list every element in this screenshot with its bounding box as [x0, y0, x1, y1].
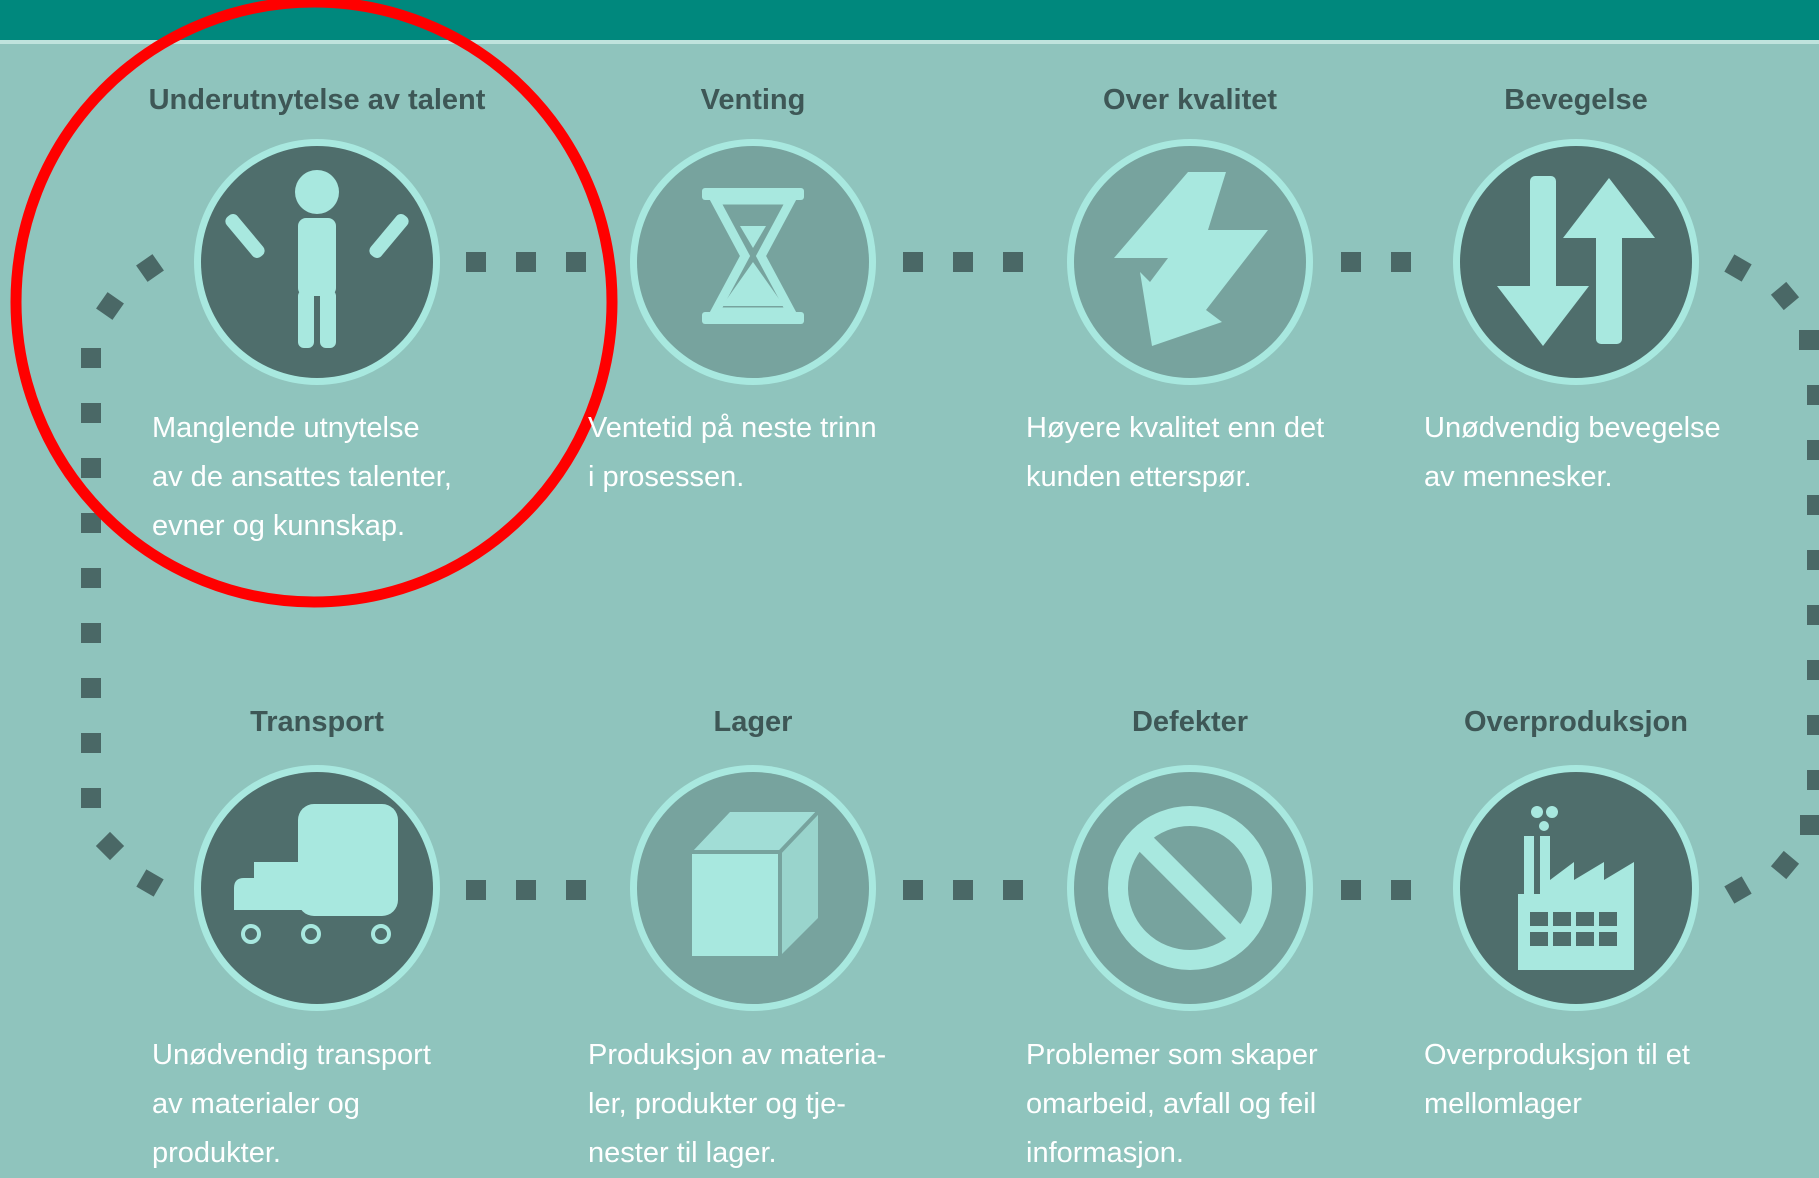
waste-description: Manglende utnytelse av de ansattes talen… — [152, 412, 452, 542]
waste-title: Defekter — [1131, 706, 1249, 738]
waste-node-over-quality — [1067, 139, 1313, 385]
waste-node-defects — [1067, 765, 1313, 1011]
waste-title: Overproduksjon — [1464, 706, 1688, 738]
connector-left-loop — [81, 254, 164, 897]
waste-description: Problemer som skaper omarbeid, avfall og… — [1026, 1039, 1318, 1169]
waste-title: Bevegelse — [1504, 84, 1648, 116]
waste-description: Unødvendig transport av materialer og pr… — [152, 1039, 431, 1169]
waste-description: Høyere kvalitet enn det kunden etterspør… — [1026, 412, 1325, 493]
connector-6-7 — [903, 880, 1023, 900]
waste-title: Venting — [700, 84, 806, 116]
waste-node-waiting — [630, 139, 876, 385]
connector-7-8 — [1341, 880, 1411, 900]
connector-right-loop — [1724, 254, 1819, 904]
lean-wastes-diagram: .ic { fill:#a8e8df; } .ics { fill:none; … — [10, 0, 1819, 1011]
waste-title: Over kvalitet — [1102, 84, 1278, 116]
connector-1-2 — [466, 252, 586, 272]
waste-description: Unødvendig bevegelse av mennesker. — [1424, 412, 1721, 493]
waste-description: Ventetid på neste trinn i prosessen. — [588, 412, 877, 493]
waste-node-inventory — [630, 765, 876, 1011]
waste-description: Produksjon av materia- ler, produkter og… — [588, 1039, 887, 1169]
connector-2-3 — [903, 252, 1023, 272]
connector-5-6 — [466, 880, 586, 900]
connector-3-4 — [1341, 252, 1411, 272]
node-circle — [1460, 146, 1692, 378]
waste-title: Lager — [713, 706, 793, 738]
waste-title: Transport — [250, 706, 384, 738]
waste-node-underutilized-talent — [194, 139, 440, 385]
waste-title: Underutnytelse av talent — [148, 84, 486, 116]
waste-node-overproduction — [1453, 765, 1699, 1011]
waste-node-motion — [1453, 139, 1699, 385]
waste-node-transport — [194, 765, 440, 1011]
box-icon — [692, 810, 820, 956]
waste-description: Overproduksjon til et mellomlager — [1424, 1039, 1690, 1120]
